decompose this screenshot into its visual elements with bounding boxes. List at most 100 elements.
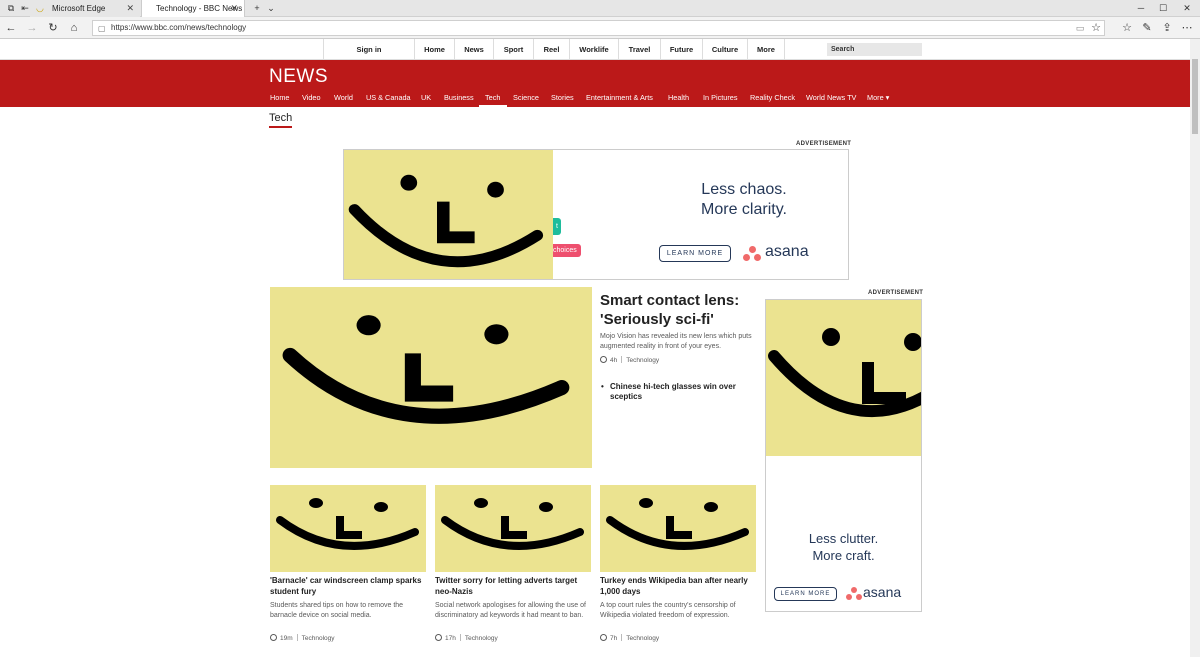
side-ad-headline: Less clutter. More craft. — [766, 530, 921, 564]
banner-advertisement[interactable]: t choices Less chaos. More clarity. LEAR… — [343, 149, 849, 280]
asana-dots-icon — [846, 587, 862, 601]
url-text: https://www.bbc.com/news/technology — [111, 23, 247, 32]
story-headline[interactable]: 'Barnacle' car windscreen clamp sparks s… — [270, 575, 428, 597]
news-nav-more-label: More — [867, 93, 884, 102]
news-nav-world-news-tv[interactable]: World News TV — [806, 93, 856, 102]
story-headline[interactable]: Twitter sorry for letting adverts target… — [435, 575, 593, 597]
page-scrollbar[interactable] — [1190, 39, 1200, 657]
address-input[interactable]: ▢ https://www.bbc.com/news/technology — [92, 20, 1105, 36]
bbc-nav-culture[interactable]: Culture — [702, 39, 747, 60]
tab-microsoft-edge[interactable]: ◡ Microsoft Edge ✕ — [30, 0, 140, 17]
story-time: 17h — [445, 635, 456, 642]
bullet-icon: • — [601, 382, 604, 391]
news-nav-tech[interactable]: Tech — [479, 93, 507, 107]
clock-icon — [600, 356, 607, 363]
news-nav-reality-check[interactable]: Reality Check — [750, 93, 795, 102]
share-icon[interactable]: ⇪ — [1158, 19, 1176, 37]
ad-headline: Less chaos. More clarity. — [674, 180, 814, 220]
story-headline[interactable]: Turkey ends Wikipedia ban after nearly 1… — [600, 575, 758, 597]
tab-bar: ⧉ ⇤ ◡ Microsoft Edge ✕ Technology - BBC … — [0, 0, 1200, 17]
minimize-icon[interactable]: ─ — [1130, 0, 1152, 17]
news-nav-in-pictures[interactable]: In Pictures — [703, 93, 737, 102]
asana-dots-icon — [743, 246, 763, 262]
news-nav-more[interactable]: More ▾ — [867, 93, 889, 102]
story-image[interactable] — [270, 485, 426, 572]
story-meta: 19m Technology — [270, 634, 335, 642]
side-ad-headline-line1: Less clutter. — [808, 531, 879, 546]
asana-logo: asana — [863, 584, 902, 600]
maximize-icon[interactable]: ☐ — [1152, 0, 1174, 17]
ad-headline-line1: Less chaos. — [701, 181, 787, 198]
advertisement-label: ADVERTISEMENT — [868, 290, 924, 296]
close-tab-icon[interactable]: ✕ — [126, 0, 134, 17]
tab-title: Technology - BBC News — [156, 4, 243, 13]
side-ad-headline-line2: More craft. — [812, 548, 875, 563]
more-dots-icon[interactable]: ⋯ — [1178, 19, 1196, 37]
story-image[interactable] — [600, 485, 756, 572]
related-story-title: Chinese hi-tech glasses win over sceptic… — [610, 382, 736, 401]
news-nav-home[interactable]: Home — [270, 93, 289, 102]
bbc-nav-reel[interactable]: Reel — [533, 39, 569, 60]
favorites-hub-icon[interactable]: ☆ — [1118, 19, 1136, 37]
notes-pen-icon[interactable]: ✎ — [1138, 19, 1156, 37]
web-page: Sign in Home News Sport Reel Worklife Tr… — [0, 39, 1190, 657]
bbc-nav-sport[interactable]: Sport — [493, 39, 533, 60]
news-nav-science[interactable]: Science — [513, 93, 539, 102]
top-story-image[interactable] — [270, 287, 592, 468]
bbc-nav-home[interactable]: Home — [414, 39, 454, 60]
ad-chip-pink: choices — [549, 244, 581, 257]
forward-arrow-icon[interactable]: → — [23, 19, 41, 37]
story-tag[interactable]: Technology — [626, 357, 659, 364]
news-nav-world[interactable]: World — [334, 93, 353, 102]
sign-in-link[interactable]: Sign in — [323, 39, 414, 60]
scrollbar-thumb[interactable] — [1192, 59, 1198, 134]
section-title[interactable]: Tech — [269, 112, 292, 124]
tab-list-chevron-icon[interactable]: ⌄ — [260, 0, 282, 17]
section-underline — [269, 126, 292, 128]
image-placeholder-smiley — [766, 300, 921, 456]
edge-favicon-icon: ◡ — [36, 3, 44, 13]
asana-logo: asana — [765, 243, 809, 260]
refresh-icon[interactable]: ↻ — [44, 19, 62, 37]
story-summary: Social network apologises for allowing t… — [435, 602, 586, 619]
close-tab-icon[interactable]: ✕ — [230, 0, 238, 17]
advertisement-label: ADVERTISEMENT — [796, 141, 852, 147]
bbc-nav-future[interactable]: Future — [660, 39, 702, 60]
clock-icon — [270, 634, 277, 641]
clock-icon — [600, 634, 607, 641]
related-story-link[interactable]: • Chinese hi-tech glasses win over scept… — [601, 382, 751, 402]
story-tag[interactable]: Technology — [626, 635, 659, 642]
close-window-icon[interactable]: ✕ — [1176, 0, 1198, 17]
news-nav-business[interactable]: Business — [444, 93, 474, 102]
ad-learn-more-button[interactable]: LEARN MORE — [659, 245, 731, 262]
ad-headline-line2: More clarity. — [701, 201, 787, 218]
story-tag[interactable]: Technology — [302, 635, 335, 642]
bbc-nav-worklife[interactable]: Worklife — [569, 39, 618, 60]
tab-title: Microsoft Edge — [52, 4, 106, 13]
top-story-meta: 4h Technology — [600, 356, 659, 364]
tab-bbc-technology[interactable]: Technology - BBC News ✕ — [141, 0, 245, 17]
bbc-nav-travel[interactable]: Travel — [618, 39, 660, 60]
side-advertisement[interactable]: Less clutter. More craft. LEARN MORE asa… — [765, 299, 922, 612]
story-image[interactable] — [435, 485, 591, 572]
bbc-nav-news[interactable]: News — [454, 39, 493, 60]
story-meta: 7h Technology — [600, 634, 659, 642]
story-time: 7h — [610, 635, 618, 642]
news-nav-us-canada[interactable]: US & Canada — [366, 93, 411, 102]
story-summary: A top court rules the country's censorsh… — [600, 602, 736, 619]
side-ad-learn-more-button[interactable]: LEARN MORE — [774, 587, 837, 601]
news-nav-stories[interactable]: Stories — [551, 93, 574, 102]
news-logo[interactable]: NEWS — [269, 66, 328, 88]
news-nav-uk[interactable]: UK — [421, 93, 431, 102]
top-story-headline[interactable]: Smart contact lens: 'Seriously sci-fi' — [600, 291, 750, 329]
story-tag[interactable]: Technology — [465, 635, 498, 642]
news-nav-video[interactable]: Video — [302, 93, 321, 102]
address-toolbar: ← → ↻ ⌂ ▢ https://www.bbc.com/news/techn… — [0, 17, 1200, 39]
bbc-search-input[interactable]: Search — [827, 43, 922, 56]
favorite-star-icon[interactable]: ☆ — [1087, 19, 1105, 37]
news-nav-health[interactable]: Health — [668, 93, 689, 102]
bbc-nav-more[interactable]: More — [747, 39, 785, 60]
home-icon[interactable]: ⌂ — [65, 19, 83, 37]
back-arrow-icon[interactable]: ← — [2, 19, 20, 37]
news-nav-entertainment[interactable]: Entertainment & Arts — [586, 93, 653, 102]
